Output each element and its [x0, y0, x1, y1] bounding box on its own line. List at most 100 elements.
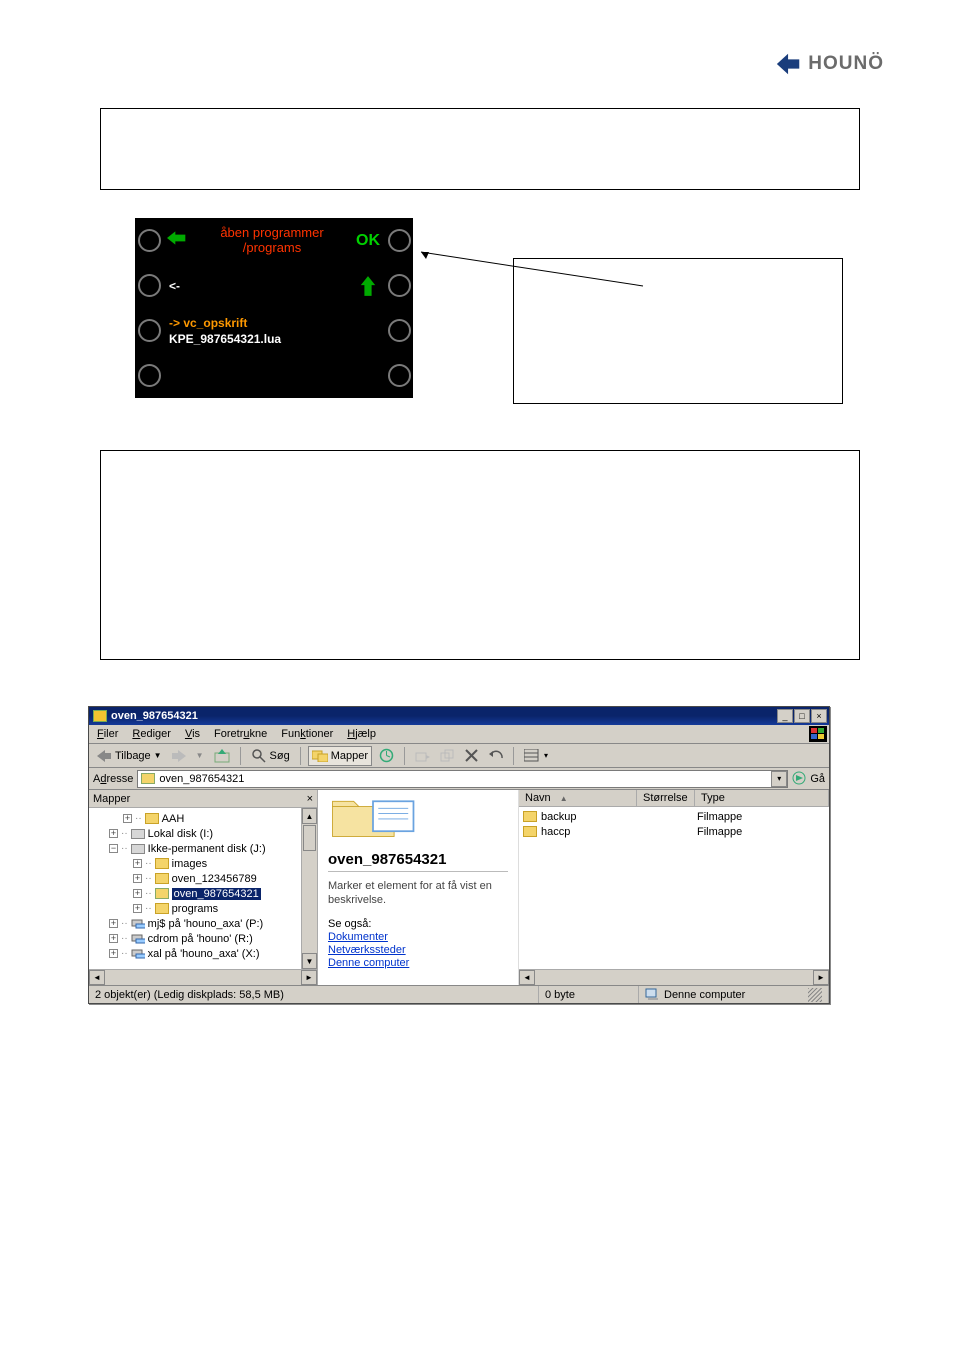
- tree-node-lokal[interactable]: +·· Lokal disk (I:): [95, 826, 317, 841]
- address-bar: Adresse oven_987654321 ▾ Gå: [89, 768, 829, 790]
- resize-grip[interactable]: [808, 988, 822, 1002]
- oven-row-back-label: <-: [169, 279, 180, 293]
- move-to-button[interactable]: [412, 746, 433, 766]
- up-arrow-button[interactable]: [351, 263, 385, 308]
- expand-icon[interactable]: +: [133, 874, 142, 883]
- list-header: Navn ▲ Størrelse Type: [519, 790, 829, 807]
- menu-vis[interactable]: Vis: [185, 728, 200, 740]
- collapse-icon[interactable]: −: [109, 844, 118, 853]
- status-size: 0 byte: [539, 986, 639, 1003]
- folders-button[interactable]: Mapper: [308, 746, 372, 766]
- expand-icon[interactable]: +: [133, 859, 142, 868]
- back-arrow-icon[interactable]: [167, 229, 187, 252]
- link-netvaerkssteder[interactable]: Netværkssteder: [328, 944, 508, 956]
- title-bar[interactable]: oven_987654321 _ □ ×: [89, 707, 829, 725]
- expand-icon[interactable]: +: [123, 814, 132, 823]
- folders-pane-close[interactable]: ×: [307, 793, 313, 805]
- expand-icon[interactable]: +: [109, 919, 118, 928]
- link-denne-computer[interactable]: Denne computer: [328, 957, 508, 969]
- back-button[interactable]: Tilbage ▼: [93, 746, 165, 766]
- history-button[interactable]: [376, 746, 397, 766]
- tree-node-mjs[interactable]: +·· mj$ på 'houno_axa' (P:): [95, 916, 317, 931]
- tree-node-images[interactable]: +·· images: [95, 856, 317, 871]
- oven-title-bar: åben programmer /programs: [163, 218, 351, 263]
- physical-button-r3-right[interactable]: [388, 319, 411, 342]
- tree-node-cdrom[interactable]: +·· cdrom på 'houno' (R:): [95, 931, 317, 946]
- status-objects: 2 objekt(er) (Ledig diskplads: 58,5 MB): [89, 986, 539, 1003]
- physical-button-r4-left[interactable]: [138, 364, 161, 387]
- network-drive-icon: [131, 948, 145, 960]
- menu-foretrukne[interactable]: Foretrukne: [214, 728, 267, 740]
- expand-icon[interactable]: +: [109, 829, 118, 838]
- go-button[interactable]: Gå: [792, 771, 825, 786]
- list-item[interactable]: backup Filmappe: [521, 809, 829, 824]
- scroll-thumb[interactable]: [303, 825, 316, 851]
- undo-button[interactable]: [485, 746, 506, 766]
- copy-to-button[interactable]: [437, 746, 458, 766]
- forward-menu[interactable]: ▼: [193, 746, 207, 766]
- menu-funktioner[interactable]: Funktioner: [281, 728, 333, 740]
- oven-row-vc[interactable]: -> vc_opskrift: [169, 316, 247, 330]
- physical-button-r3-left[interactable]: [138, 319, 161, 342]
- scroll-up-icon[interactable]: ▲: [302, 808, 317, 824]
- tree-node-oven2-selected[interactable]: +·· oven_987654321: [95, 886, 317, 901]
- column-type[interactable]: Type: [695, 790, 829, 806]
- up-button[interactable]: [211, 746, 233, 766]
- scroll-down-icon[interactable]: ▼: [302, 953, 317, 969]
- menu-hjaelp[interactable]: Hjælp: [347, 728, 376, 740]
- delete-button[interactable]: [462, 746, 481, 766]
- address-label: Adresse: [93, 773, 133, 785]
- tree-node-oven1[interactable]: +·· oven_123456789: [95, 871, 317, 886]
- expand-icon[interactable]: +: [133, 904, 142, 913]
- file-list: Navn ▲ Størrelse Type backup Filmappe ha…: [518, 790, 829, 985]
- text-box-2: [100, 450, 860, 660]
- link-dokumenter[interactable]: Dokumenter: [328, 931, 508, 943]
- physical-button-r4-right[interactable]: [388, 364, 411, 387]
- network-drive-icon: [131, 918, 145, 930]
- ok-button[interactable]: OK: [351, 218, 385, 263]
- tree-scrollbar-vertical[interactable]: ▲ ▼: [301, 808, 317, 969]
- back-arrow-icon: [96, 748, 112, 764]
- sort-asc-icon: ▲: [560, 794, 568, 803]
- tree-scrollbar-horizontal[interactable]: ◄ ►: [89, 969, 317, 985]
- oven-row-back[interactable]: <-: [163, 263, 351, 308]
- column-navn[interactable]: Navn ▲: [519, 790, 637, 806]
- list-item[interactable]: haccp Filmappe: [521, 824, 829, 839]
- physical-button-r2-right[interactable]: [388, 274, 411, 297]
- scroll-right-icon[interactable]: ►: [813, 970, 829, 985]
- tree-node-programs[interactable]: +·· programs: [95, 901, 317, 916]
- expand-icon[interactable]: +: [109, 949, 118, 958]
- expand-icon[interactable]: +: [133, 889, 142, 898]
- maximize-button[interactable]: □: [794, 709, 810, 723]
- forward-button[interactable]: [169, 746, 189, 766]
- address-field[interactable]: oven_987654321 ▾: [137, 770, 788, 788]
- address-dropdown[interactable]: ▾: [771, 771, 787, 787]
- folder-icon: [155, 873, 169, 884]
- menu-filer[interactable]: Filer: [97, 728, 118, 740]
- search-button[interactable]: Søg: [248, 746, 293, 766]
- windows-flag-icon: [809, 726, 827, 742]
- folders-pane: Mapper × +·· AAH +·· Lokal disk (I:): [89, 790, 318, 985]
- views-button[interactable]: ▾: [521, 746, 551, 766]
- physical-button-r1-right[interactable]: [388, 229, 411, 252]
- list-scrollbar-horizontal[interactable]: ◄ ►: [519, 969, 829, 985]
- scroll-left-icon[interactable]: ◄: [89, 970, 105, 985]
- go-label: Gå: [810, 773, 825, 785]
- scroll-left-icon[interactable]: ◄: [519, 970, 535, 985]
- menu-rediger[interactable]: Rediger: [132, 728, 171, 740]
- expand-icon[interactable]: +: [109, 934, 118, 943]
- physical-button-r2-left[interactable]: [138, 274, 161, 297]
- menu-bar: Filer Rediger Vis Foretrukne Funktioner …: [89, 725, 829, 744]
- tree-node-ikke[interactable]: −·· Ikke-permanent disk (J:): [95, 841, 317, 856]
- tree-node-aah[interactable]: +·· AAH: [95, 811, 317, 826]
- info-title: oven_987654321: [328, 851, 508, 868]
- physical-button-r1-left[interactable]: [138, 229, 161, 252]
- minimize-button[interactable]: _: [777, 709, 793, 723]
- search-label: Søg: [270, 750, 290, 762]
- address-value: oven_987654321: [159, 773, 244, 785]
- scroll-right-icon[interactable]: ►: [301, 970, 317, 985]
- column-storrelse[interactable]: Størrelse: [637, 790, 695, 806]
- close-button[interactable]: ×: [811, 709, 827, 723]
- tree-node-xal[interactable]: +·· xal på 'houno_axa' (X:): [95, 946, 317, 961]
- oven-row-kpe[interactable]: KPE_987654321.lua: [169, 332, 281, 346]
